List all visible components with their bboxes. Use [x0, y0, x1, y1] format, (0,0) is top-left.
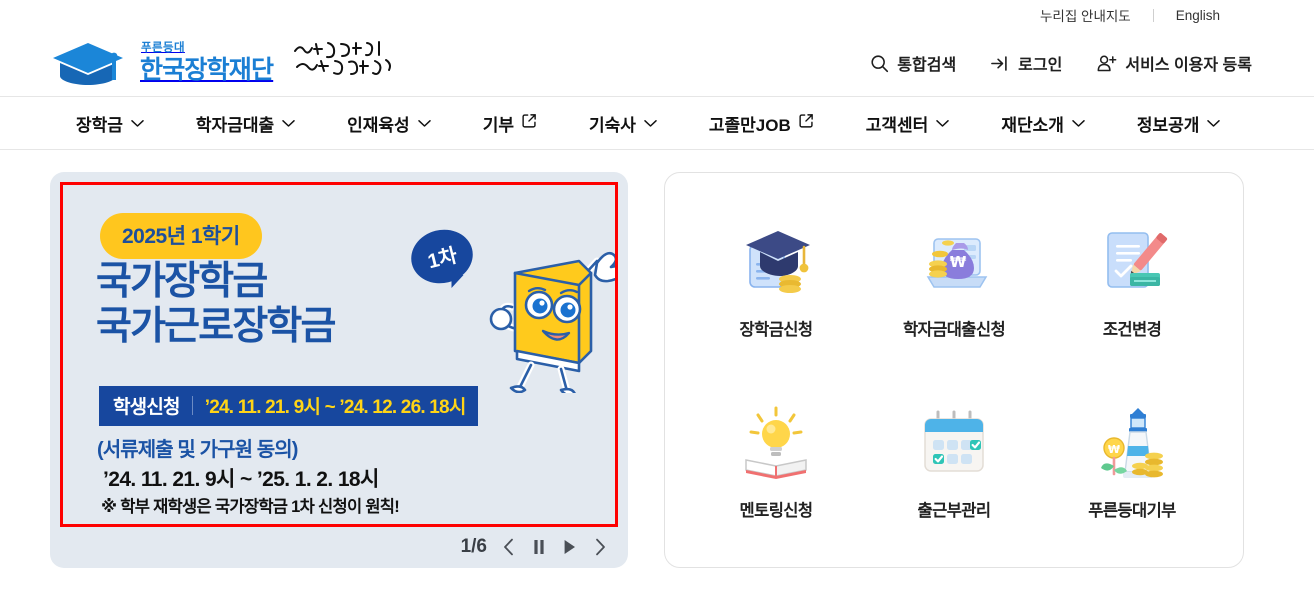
nav-item-student-loan[interactable]: 학자금대출: [170, 111, 321, 136]
banner-semester-badge: 2025년 1학기: [100, 213, 262, 259]
user-plus-icon: [1096, 54, 1117, 73]
login-icon: [990, 54, 1010, 73]
integrated-search-label: 통합검색: [897, 57, 957, 74]
carousel-controls: 1/6: [461, 536, 608, 558]
chevron-down-icon: [644, 113, 657, 133]
quick-menu-attendance-management[interactable]: 출근부관리: [865, 370, 1043, 551]
nav-label: 고졸만JOB: [708, 115, 791, 135]
nav-item-highschool-job[interactable]: 고졸만JOB: [683, 111, 840, 136]
site-logo[interactable]: 푸른등대 한국장학재단: [50, 40, 274, 86]
login-button[interactable]: 로그인: [990, 51, 1062, 75]
chevron-down-icon: [131, 113, 144, 133]
quick-menu-student-loan-apply[interactable]: ₩ 학자금대출신청: [865, 189, 1043, 370]
banner-slide[interactable]: 2025년 1학기 국가장학금 국가근로장학금 1차 학생신청 ’24. 11.…: [60, 182, 618, 527]
login-label: 로그인: [1018, 57, 1063, 74]
service-user-register-label: 서비스 이용자 등록: [1125, 57, 1252, 74]
quick-menu-label: 출근부관리: [917, 501, 992, 520]
nav-label: 기숙사: [588, 115, 636, 135]
page-root: 누리집 안내지도 English 푸른등대 한국장학재단 통합검색 로그인 서비…: [0, 0, 1314, 613]
nav-list: 장학금 학자금대출 인재육성 기부 기숙사 고졸만JOB 고객센터 재단소개 정…: [50, 111, 1246, 136]
quick-menu-label: 장학금신청: [739, 320, 814, 339]
quick-menu-blue-lighthouse-donation[interactable]: ₩ 푸른등대기부: [1043, 370, 1221, 551]
carousel-pause-button[interactable]: [531, 537, 547, 557]
carousel-play-button[interactable]: [561, 537, 578, 557]
header-utilities: 통합검색 로그인 서비스 이용자 등록: [870, 51, 1252, 75]
quick-menu-label: 조건변경: [1102, 320, 1162, 339]
quick-menu-panel: 장학금신청 ₩ 학자금대출신청 조건변경 멘토링신청 출근부관리 ₩ 푸른등대기…: [664, 172, 1244, 568]
carousel-counter: 1/6: [460, 536, 487, 557]
search-icon: [870, 54, 889, 73]
quick-menu-mentoring-apply[interactable]: 멘토링신청: [687, 370, 865, 551]
carousel-next-button[interactable]: [592, 536, 608, 558]
service-user-register-button[interactable]: 서비스 이용자 등록: [1096, 51, 1252, 75]
nav-label: 정보공개: [1136, 115, 1200, 135]
banner-carousel: 2025년 1학기 국가장학금 국가근로장학금 1차 학생신청 ’24. 11.…: [50, 172, 628, 568]
external-link-icon: [522, 113, 537, 133]
quick-menu-label: 푸른등대기부: [1088, 501, 1176, 520]
banner-note: ※ 학부 재학생은 국가장학금 1차 신청이 원칙!: [101, 498, 400, 516]
quick-menu-scholarship-apply[interactable]: 장학금신청: [687, 189, 865, 370]
nav-label: 학자금대출: [195, 115, 275, 135]
banner-round-bubble: 1차: [405, 223, 479, 290]
logo-title: 한국장학재단: [140, 55, 274, 84]
book-mascot-icon: [471, 233, 615, 398]
utility-bar: 누리집 안내지도 English: [0, 0, 1314, 30]
nav-label: 장학금: [76, 115, 123, 135]
banner-apply-label: 학생신청: [113, 397, 181, 418]
graduation-cap-logo-icon: [50, 40, 126, 86]
svg-text:₩: ₩: [950, 253, 967, 271]
banner-sub-title: (서류제출 및 가구원 동의): [97, 439, 298, 461]
slogan-handwriting: [291, 39, 395, 84]
nav-label: 인재육성: [347, 115, 410, 135]
nav-label: 기부: [482, 115, 514, 135]
banner-apply-divider: [191, 396, 193, 415]
quick-menu-label: 멘토링신청: [739, 501, 814, 520]
nav-item-talent-development[interactable]: 인재육성: [321, 111, 457, 136]
graduation-cap-document-coins-icon: [733, 220, 819, 306]
nurijip-sitemap-link[interactable]: 누리집 안내지도: [1018, 5, 1153, 25]
nav-label: 고객센터: [865, 115, 929, 135]
logo-subtitle: 푸른등대: [141, 42, 185, 55]
carousel-prev-button[interactable]: [501, 536, 517, 558]
nav-item-scholarship[interactable]: 장학금: [50, 111, 170, 136]
lighthouse-coins-icon: ₩: [1089, 401, 1175, 487]
nav-item-dormitory[interactable]: 기숙사: [563, 111, 683, 136]
chevron-down-icon: [936, 113, 950, 133]
banner-apply-bar: 학생신청 ’24. 11. 21. 9시 ~ ’24. 12. 26. 18시: [99, 386, 478, 426]
chevron-down-icon: [1207, 113, 1221, 133]
external-link-icon: [799, 113, 814, 133]
logo-text: 푸른등대 한국장학재단: [140, 42, 274, 84]
site-header: 푸른등대 한국장학재단 통합검색 로그인 서비스 이용자 등록: [0, 30, 1314, 96]
chevron-down-icon: [282, 113, 295, 133]
lightbulb-open-book-icon: [733, 401, 819, 487]
nav-label: 재단소개: [1001, 115, 1064, 135]
nav-item-about-foundation[interactable]: 재단소개: [975, 111, 1111, 136]
integrated-search-button[interactable]: 통합검색: [870, 51, 956, 75]
main-navigation: 장학금 학자금대출 인재육성 기부 기숙사 고졸만JOB 고객센터 재단소개 정…: [0, 96, 1314, 150]
chevron-down-icon: [1072, 113, 1085, 133]
nav-item-information-disclosure[interactable]: 정보공개: [1111, 111, 1247, 136]
quick-menu-label: 학자금대출신청: [902, 320, 1006, 339]
nav-item-customer-center[interactable]: 고객센터: [840, 111, 976, 136]
chevron-down-icon: [417, 113, 431, 133]
banner-apply-period: ’24. 11. 21. 9시 ~ ’24. 12. 26. 18시: [204, 397, 467, 418]
banner-headline: 국가장학금 국가근로장학금: [96, 260, 336, 349]
document-pencil-cash-icon: [1089, 220, 1175, 306]
calendar-check-icon: [911, 401, 997, 487]
english-link[interactable]: English: [1154, 8, 1242, 23]
nav-item-donation[interactable]: 기부: [457, 111, 563, 136]
main-content: 2025년 1학기 국가장학금 국가근로장학금 1차 학생신청 ’24. 11.…: [0, 150, 1314, 568]
banner-sub-period: ’24. 11. 21. 9시 ~ ’25. 1. 2. 18시: [103, 468, 379, 491]
laptop-moneybag-won-icon: ₩: [911, 220, 997, 306]
quick-menu-condition-change[interactable]: 조건변경: [1043, 189, 1221, 370]
svg-text:₩: ₩: [1108, 443, 1120, 456]
